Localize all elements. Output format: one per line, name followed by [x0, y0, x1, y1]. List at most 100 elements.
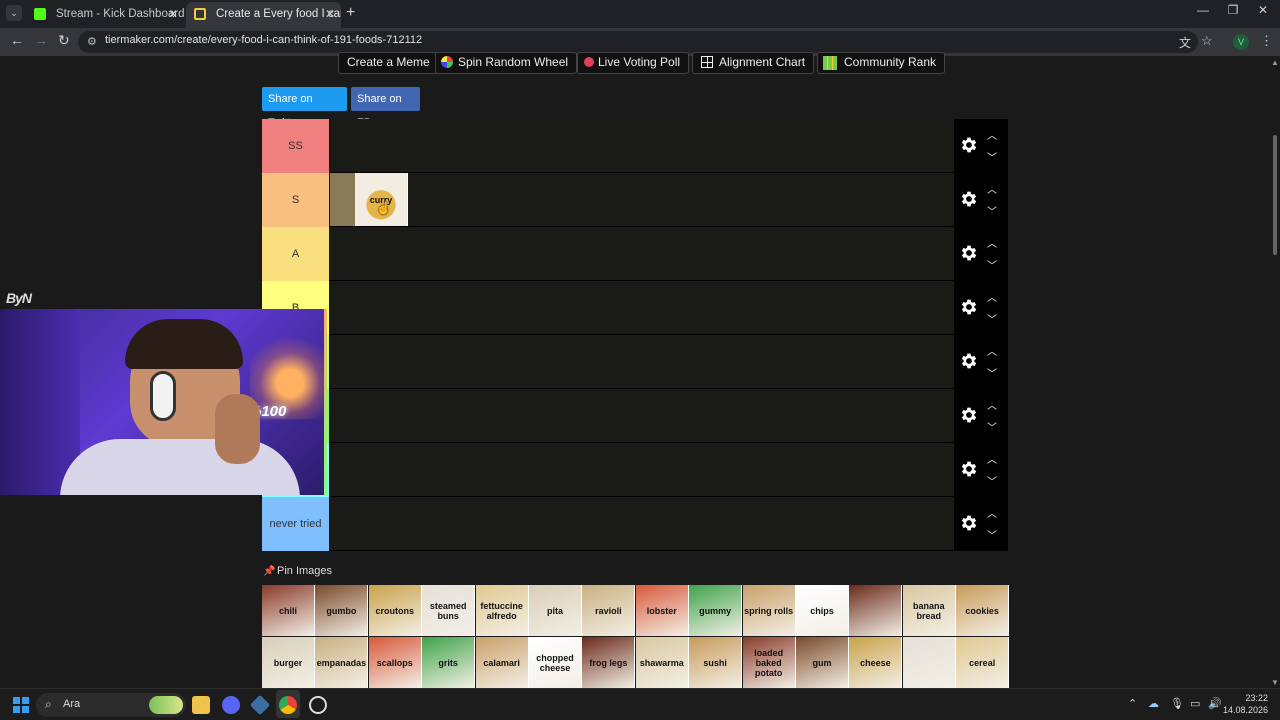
- onedrive-icon[interactable]: ☁: [1148, 697, 1159, 710]
- pool-item[interactable]: cheese: [849, 637, 903, 688]
- pool-item[interactable]: gummy: [689, 585, 743, 636]
- move-tier-down-icon[interactable]: ﹀: [987, 257, 997, 272]
- tier-row[interactable]: never tried ︿ ﹀: [262, 497, 1008, 551]
- pool-item[interactable]: shawarma: [635, 637, 689, 688]
- pool-item[interactable]: cookies: [956, 585, 1010, 636]
- volume-icon[interactable]: 🔊: [1208, 697, 1222, 710]
- discord-icon[interactable]: [222, 696, 240, 714]
- tier-label[interactable]: A: [262, 227, 329, 281]
- site-info-icon[interactable]: ⚙: [87, 35, 97, 48]
- scroll-down-icon[interactable]: ▼: [1271, 678, 1279, 687]
- back-arrow-icon[interactable]: ←: [10, 32, 24, 48]
- move-tier-down-icon[interactable]: ﹀: [987, 149, 997, 164]
- pool-item[interactable]: banana bread: [902, 585, 956, 636]
- create-meme-button[interactable]: Create a Meme: [338, 52, 439, 74]
- network-icon[interactable]: ▭: [1190, 697, 1200, 710]
- tier-label[interactable]: never tried: [262, 497, 329, 551]
- move-tier-down-icon[interactable]: ﹀: [987, 203, 997, 218]
- pool-item[interactable]: croutons: [368, 585, 422, 636]
- community-rank-button[interactable]: Community Rank: [817, 52, 946, 74]
- restore-window-icon[interactable]: ❐: [1218, 3, 1248, 17]
- pool-item[interactable]: fettuccine alfredo: [475, 585, 529, 636]
- url-text[interactable]: tiermaker.com/create/every-food-i-can-th…: [105, 34, 422, 46]
- pool-item[interactable]: frog legs: [582, 637, 636, 688]
- tray-chevron-up-icon[interactable]: ⌃: [1128, 697, 1137, 710]
- pool-item[interactable]: burger: [262, 637, 315, 688]
- gear-icon[interactable]: [959, 189, 979, 209]
- pool-item[interactable]: gumbo: [315, 585, 369, 636]
- reload-icon[interactable]: ↻: [58, 32, 70, 49]
- tier-row[interactable]: SS ︿ ﹀: [262, 119, 1008, 173]
- scroll-up-icon[interactable]: ▲: [1271, 58, 1279, 67]
- pool-item[interactable]: empanadas: [315, 637, 369, 688]
- chrome-icon[interactable]: [279, 696, 297, 714]
- tier-row[interactable]: ︿ ﹀: [262, 335, 1008, 389]
- pool-item[interactable]: cereal: [956, 637, 1010, 688]
- gear-icon[interactable]: [959, 135, 979, 155]
- pool-item[interactable]: loaded baked potato: [742, 637, 796, 688]
- pool-item[interactable]: ravioli: [582, 585, 636, 636]
- move-tier-up-icon[interactable]: ︿: [987, 451, 997, 466]
- close-tab-icon[interactable]: ✕: [168, 2, 178, 26]
- pin-images-label[interactable]: Pin Images: [277, 565, 332, 577]
- taskbar-clock-date[interactable]: 14.08.2026: [1222, 705, 1268, 715]
- browser-menu-icon[interactable]: ⋮: [1260, 33, 1273, 49]
- move-tier-down-icon[interactable]: ﹀: [987, 419, 997, 434]
- tier-label[interactable]: S: [262, 173, 329, 227]
- close-window-icon[interactable]: ✕: [1248, 3, 1278, 17]
- move-tier-down-icon[interactable]: ﹀: [987, 473, 997, 488]
- move-tier-up-icon[interactable]: ︿: [987, 289, 997, 304]
- tier-row[interactable]: A ︿ ﹀: [262, 227, 1008, 281]
- microphone-icon[interactable]: 🎙: [1170, 697, 1184, 710]
- gear-icon[interactable]: [959, 513, 979, 533]
- windows-start-icon[interactable]: [13, 697, 29, 713]
- pool-item[interactable]: gum: [796, 637, 849, 688]
- file-explorer-icon[interactable]: [192, 696, 210, 714]
- live-voting-poll-button[interactable]: Live Voting Poll: [577, 52, 690, 74]
- move-tier-up-icon[interactable]: ︿: [987, 181, 997, 196]
- pool-item[interactable]: calamari: [475, 637, 529, 688]
- close-tab-icon[interactable]: ✕: [325, 2, 335, 26]
- move-tier-down-icon[interactable]: ﹀: [987, 527, 997, 542]
- tab-search-menu-icon[interactable]: ⌄: [6, 5, 22, 21]
- pool-item[interactable]: grits: [422, 637, 476, 688]
- move-tier-up-icon[interactable]: ︿: [987, 127, 997, 142]
- move-tier-down-icon[interactable]: ﹀: [987, 311, 997, 326]
- tab-kick-dashboard[interactable]: Stream - Kick Dashboard ✕: [26, 2, 184, 28]
- translate-icon[interactable]: 文: [1179, 34, 1191, 51]
- pool-item[interactable]: sushi: [689, 637, 743, 688]
- pool-item[interactable]: steamed buns: [422, 585, 476, 636]
- gear-icon[interactable]: [959, 297, 979, 317]
- tier-item-curry[interactable]: curry: [355, 173, 408, 226]
- placed-item-ghost[interactable]: [330, 173, 356, 226]
- pool-item[interactable]: chopped cheese: [529, 637, 582, 688]
- pool-item[interactable]: lobster: [635, 585, 689, 636]
- tier-row[interactable]: ︿ ﹀: [262, 389, 1008, 443]
- pool-item[interactable]: chili: [262, 585, 315, 636]
- gear-icon[interactable]: [959, 243, 979, 263]
- gear-icon[interactable]: [959, 405, 979, 425]
- bookmark-star-icon[interactable]: ☆: [1201, 33, 1213, 49]
- move-tier-up-icon[interactable]: ︿: [987, 343, 997, 358]
- taskbar-clock-time[interactable]: 23:22: [1222, 693, 1268, 703]
- taskbar-search-placeholder[interactable]: Ara: [63, 698, 80, 710]
- move-tier-down-icon[interactable]: ﹀: [987, 365, 997, 380]
- move-tier-up-icon[interactable]: ︿: [987, 397, 997, 412]
- share-twitter-button[interactable]: Share on Twitter: [262, 87, 347, 129]
- pool-item[interactable]: chips: [796, 585, 849, 636]
- share-facebook-button[interactable]: Share on FB: [351, 87, 420, 129]
- obs-icon[interactable]: [309, 696, 327, 714]
- pool-item[interactable]: pita: [529, 585, 582, 636]
- gear-icon[interactable]: [959, 351, 979, 371]
- spin-random-wheel-button[interactable]: Spin Random Wheel: [435, 52, 578, 74]
- forward-arrow-icon[interactable]: →: [34, 32, 48, 48]
- tab-tiermaker[interactable]: Create a Every food I can think ✕: [186, 2, 341, 28]
- tier-row[interactable]: B ︿ ﹀: [262, 281, 1008, 335]
- pool-item[interactable]: scallops: [368, 637, 422, 688]
- new-tab-plus-icon[interactable]: +: [346, 4, 355, 22]
- move-tier-up-icon[interactable]: ︿: [987, 505, 997, 520]
- scrollbar-thumb[interactable]: [1273, 135, 1277, 255]
- alignment-chart-button[interactable]: Alignment Chart: [692, 52, 815, 74]
- pool-item[interactable]: [849, 585, 903, 636]
- minimize-window-icon[interactable]: —: [1188, 3, 1218, 17]
